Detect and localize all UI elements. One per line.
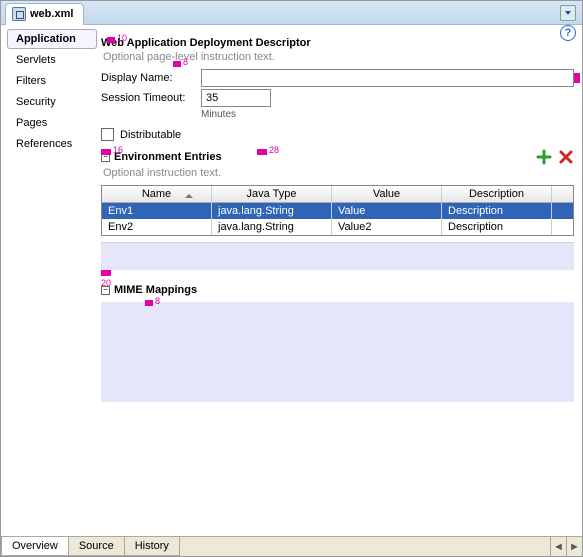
sidebar-item-security[interactable]: Security [7, 92, 97, 112]
session-timeout-input[interactable] [201, 89, 271, 107]
bottom-tab-history[interactable]: History [124, 537, 180, 556]
session-timeout-unit: Minutes [201, 109, 574, 120]
xml-file-icon [12, 7, 26, 21]
distributable-checkbox[interactable] [101, 128, 114, 141]
env-entries-table: Name Java Type Value Description Env1 ja… [101, 185, 574, 236]
display-name-label: Display Name: [101, 72, 201, 84]
session-timeout-label: Session Timeout: [101, 92, 201, 104]
annotation-marker: 8 [155, 296, 160, 306]
sidebar-item-servlets[interactable]: Servlets [7, 50, 97, 70]
file-tab-webxml[interactable]: web.xml [5, 3, 84, 25]
annotation-marker: 28 [269, 145, 279, 155]
table-row[interactable]: Env2 java.lang.String Value2 Description [102, 219, 573, 235]
col-value[interactable]: Value [332, 186, 442, 202]
file-tab-label: web.xml [30, 8, 73, 20]
annotation-marker: 10 [117, 33, 127, 43]
env-optional-text: Optional instruction text. [103, 167, 574, 179]
category-sidebar: Application Servlets Filters Security Pa… [1, 25, 97, 536]
collapse-icon[interactable]: − [101, 286, 110, 295]
bottom-tab-overview[interactable]: Overview [1, 537, 69, 556]
add-entry-button[interactable] [536, 149, 552, 165]
col-name[interactable]: Name [102, 186, 212, 202]
view-menu-button[interactable] [560, 5, 576, 21]
mime-body-area [101, 302, 574, 402]
sidebar-item-filters[interactable]: Filters [7, 71, 97, 91]
env-footer-area [101, 242, 574, 270]
table-header: Name Java Type Value Description [102, 186, 573, 203]
display-name-input[interactable] [201, 69, 574, 87]
col-desc[interactable]: Description [442, 186, 552, 202]
distributable-label: Distributable [120, 129, 181, 141]
main-panel: ? 10 Web Application Deployment Descript… [97, 25, 582, 536]
table-row[interactable]: Env1 java.lang.String Value Description [102, 203, 573, 219]
col-type[interactable]: Java Type [212, 186, 332, 202]
sidebar-item-references[interactable]: References [7, 134, 97, 154]
page-title: Web Application Deployment Descriptor [101, 37, 311, 49]
remove-entry-button[interactable] [558, 149, 574, 165]
sidebar-item-pages[interactable]: Pages [7, 113, 97, 133]
scroll-right-button[interactable]: ► [566, 537, 582, 556]
file-tab-bar: web.xml [1, 1, 582, 25]
annotation-marker: 16 [113, 145, 123, 155]
sidebar-item-application[interactable]: Application [7, 29, 97, 49]
annotation-marker: 8 [183, 57, 188, 67]
env-entries-title: Environment Entries [114, 151, 222, 163]
mime-mappings-title: MIME Mappings [114, 284, 197, 296]
scroll-left-button[interactable]: ◄ [550, 537, 566, 556]
bottom-tab-source[interactable]: Source [68, 537, 125, 556]
bottom-tab-bar: Overview Source History ◄ ► [1, 536, 582, 556]
